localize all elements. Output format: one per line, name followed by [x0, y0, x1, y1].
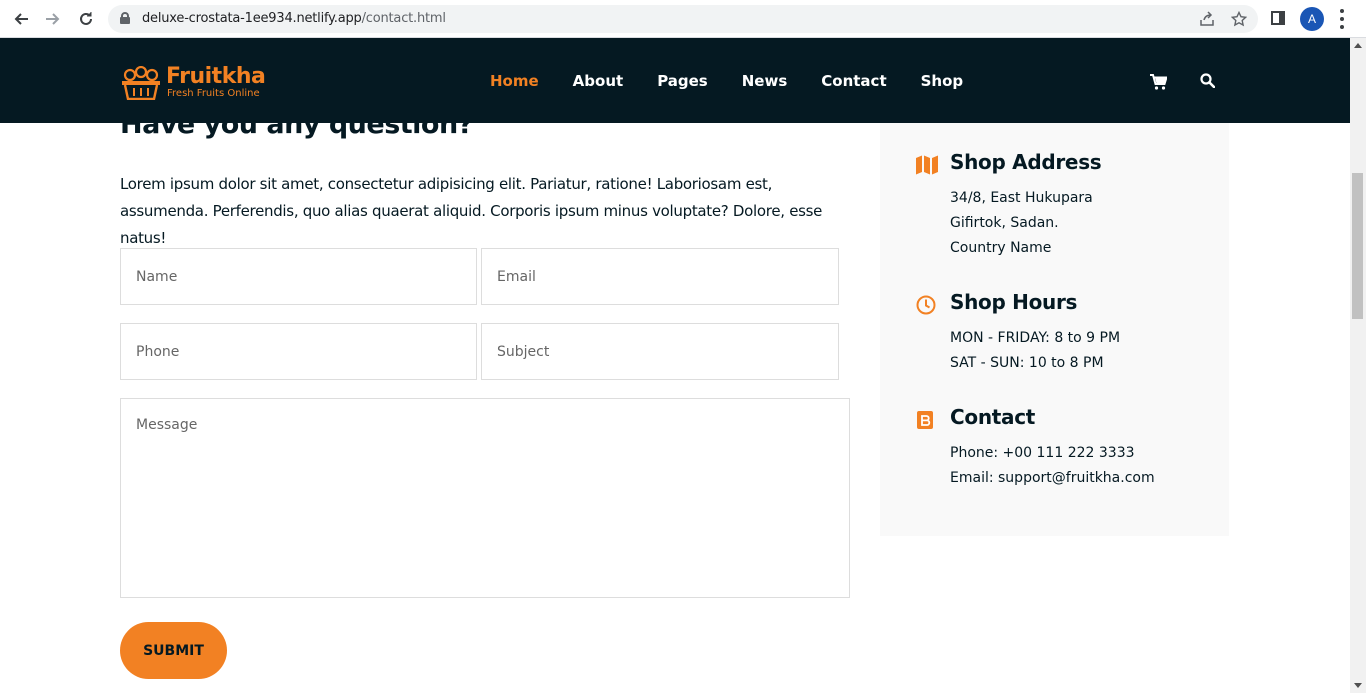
reload-button[interactable]: [73, 6, 99, 32]
contact-card-icon: [917, 411, 933, 429]
scroll-up-icon[interactable]: [1354, 43, 1362, 48]
main-menu: Home About Pages News Contact Shop: [490, 72, 997, 90]
fruit-basket-icon: [122, 66, 160, 100]
page-scrollbar[interactable]: [1350, 38, 1366, 693]
map-icon: [916, 155, 938, 175]
browser-toolbar: deluxe-crostata-1ee934.netlify.app/conta…: [0, 0, 1366, 38]
share-icon[interactable]: [1199, 11, 1215, 27]
menu-shop[interactable]: Shop: [921, 72, 964, 90]
site-header: Fruitkha Fresh Fruits Online Home About …: [0, 38, 1350, 123]
address-line: 34/8, East Hukupara: [950, 190, 1093, 206]
email-line: Email: support@fruitkha.com: [950, 470, 1155, 486]
address-bar[interactable]: deluxe-crostata-1ee934.netlify.app/conta…: [108, 5, 1258, 33]
menu-about[interactable]: About: [573, 72, 624, 90]
scrollbar-thumb[interactable]: [1352, 173, 1363, 319]
profile-avatar[interactable]: A: [1300, 7, 1324, 31]
phone-line: Phone: +00 111 222 3333: [950, 445, 1135, 461]
form-description: Lorem ipsum dolor sit amet, consectetur …: [120, 175, 823, 247]
menu-contact[interactable]: Contact: [821, 72, 886, 90]
address-line: Gifirtok, Sadan.: [950, 215, 1059, 231]
address-line: Country Name: [950, 240, 1052, 256]
bookmark-star-icon[interactable]: [1231, 11, 1247, 27]
submit-button[interactable]: SUBMIT: [120, 622, 227, 679]
menu-news[interactable]: News: [742, 72, 788, 90]
reload-icon: [80, 12, 92, 25]
back-arrow-icon: [14, 13, 28, 25]
message-textarea[interactable]: [120, 398, 850, 598]
email-input[interactable]: [481, 248, 839, 305]
hours-line: SAT - SUN: 10 to 8 PM: [950, 355, 1104, 371]
side-panel-icon[interactable]: [1271, 11, 1285, 25]
logo-tagline: Fresh Fruits Online: [167, 88, 260, 99]
name-input[interactable]: [120, 248, 477, 305]
forward-button[interactable]: [40, 6, 66, 32]
back-button[interactable]: [8, 6, 34, 32]
logo-name: Fruitkha: [166, 64, 266, 89]
contact-info-box: Shop Address 34/8, East Hukupara Gifirto…: [880, 123, 1229, 536]
menu-pages[interactable]: Pages: [657, 72, 708, 90]
form-title: Have you any question?: [120, 123, 473, 140]
search-icon[interactable]: [1200, 73, 1215, 88]
contact-title: Contact: [950, 405, 1036, 429]
shop-address-title: Shop Address: [950, 150, 1102, 174]
url-text: deluxe-crostata-1ee934.netlify.app/conta…: [142, 11, 446, 26]
cart-icon[interactable]: [1150, 74, 1167, 90]
site-logo[interactable]: Fruitkha Fresh Fruits Online: [121, 64, 266, 100]
menu-home[interactable]: Home: [490, 72, 539, 90]
shop-hours-title: Shop Hours: [950, 290, 1078, 314]
subject-input[interactable]: [481, 323, 839, 380]
lock-icon: [120, 12, 130, 24]
contact-section: Have you any question? Lorem ipsum dolor…: [0, 123, 1350, 693]
hours-line: MON - FRIDAY: 8 to 9 PM: [950, 330, 1121, 346]
forward-arrow-icon: [46, 13, 60, 25]
phone-input[interactable]: [120, 323, 477, 380]
clock-icon: [916, 295, 936, 315]
scroll-down-icon[interactable]: [1354, 683, 1362, 688]
browser-menu-icon[interactable]: [1340, 9, 1344, 29]
